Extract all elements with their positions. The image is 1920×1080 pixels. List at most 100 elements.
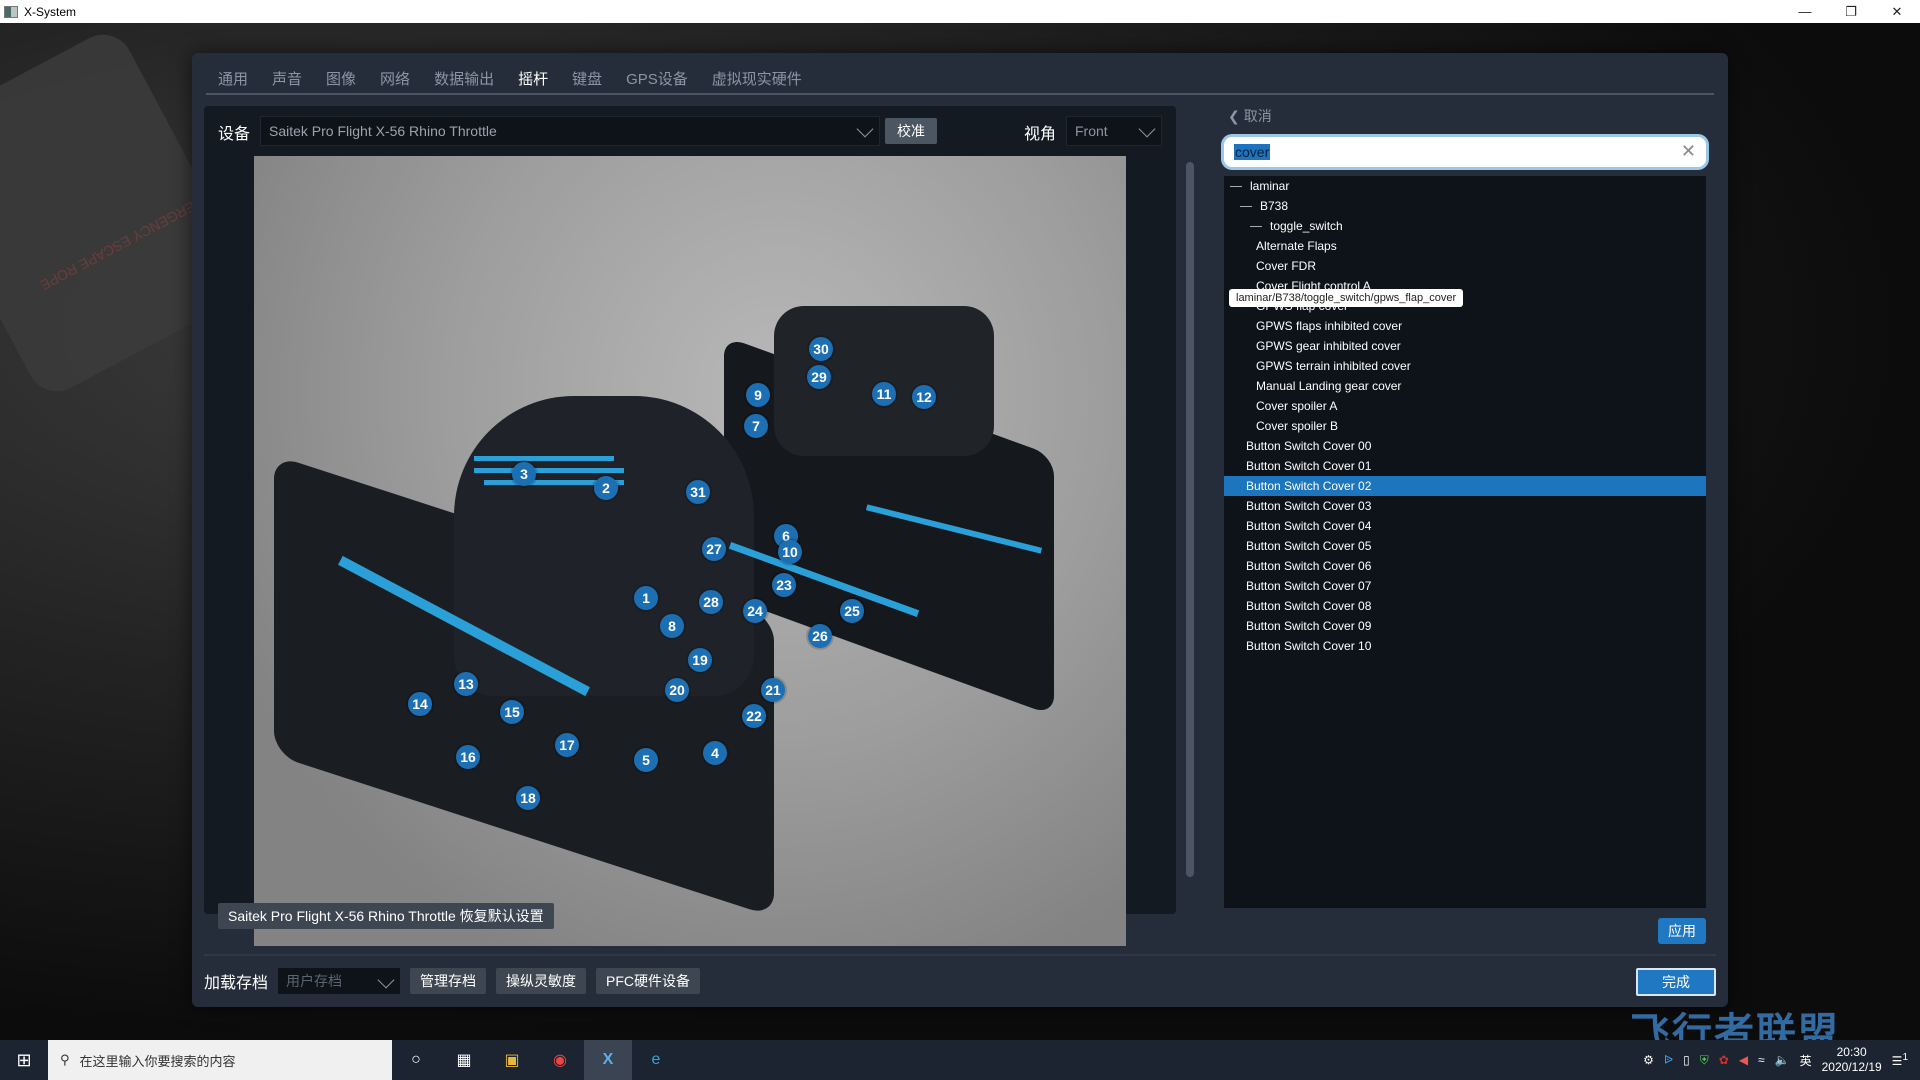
edge-icon[interactable]: e [632, 1040, 680, 1080]
tree-item[interactable]: GPWS terrain inhibited cover [1224, 356, 1706, 376]
tree-item[interactable]: Button Switch Cover 04 [1224, 516, 1706, 536]
tab-3[interactable]: 网络 [368, 67, 422, 101]
control-badge[interactable]: 28 [699, 590, 723, 614]
notification-center-icon[interactable]: ☰1 [1892, 1052, 1908, 1068]
collapse-icon[interactable] [1240, 205, 1252, 207]
usb-icon[interactable]: ▯ [1683, 1053, 1690, 1067]
control-badge[interactable]: 26 [808, 624, 832, 648]
control-badge[interactable]: 10 [778, 540, 802, 564]
taskbar-search[interactable]: ⚲ 在这里输入你要搜索的内容 [48, 1040, 392, 1080]
control-badge[interactable]: 13 [454, 672, 478, 696]
calibrate-button[interactable]: 校准 [885, 118, 937, 144]
control-badge[interactable]: 17 [555, 733, 579, 757]
tree-item[interactable]: Button Switch Cover 02 [1224, 476, 1706, 496]
tab-0[interactable]: 通用 [206, 67, 260, 101]
control-badge[interactable]: 5 [634, 748, 658, 772]
speaker-icon[interactable]: 🔈 [1775, 1053, 1790, 1067]
reset-defaults-button[interactable]: Saitek Pro Flight X-56 Rhino Throttle 恢复… [218, 903, 554, 929]
control-badge[interactable]: 21 [761, 678, 785, 702]
collapse-icon[interactable] [1250, 225, 1262, 227]
control-badge[interactable]: 16 [456, 745, 480, 769]
clock[interactable]: 20:30 2020/12/19 [1822, 1045, 1882, 1075]
network-icon[interactable]: ≈ [1758, 1053, 1765, 1067]
control-badge[interactable]: 23 [772, 573, 796, 597]
cancel-button[interactable]: ❮ 取消 [1228, 106, 1272, 126]
tab-7[interactable]: GPS设备 [614, 67, 700, 101]
panel-scrollbar[interactable] [1186, 162, 1194, 877]
control-badge[interactable]: 22 [742, 704, 766, 728]
restore-button[interactable]: ❐ [1828, 0, 1874, 23]
tree-item[interactable]: Button Switch Cover 00 [1224, 436, 1706, 456]
tab-2[interactable]: 图像 [314, 67, 368, 101]
tree-branch[interactable]: B738 [1224, 196, 1706, 216]
command-search-input[interactable]: cover ✕ [1224, 137, 1706, 167]
chrome-icon[interactable]: ◉ [536, 1040, 584, 1080]
control-badge[interactable]: 3 [512, 462, 536, 486]
device-select[interactable]: Saitek Pro Flight X-56 Rhino Throttle [260, 116, 880, 146]
bluetooth-icon[interactable]: ᐉ [1664, 1053, 1673, 1067]
tree-item[interactable]: Manual Landing gear cover [1224, 376, 1706, 396]
tab-4[interactable]: 数据输出 [422, 67, 506, 101]
tree-item[interactable]: Button Switch Cover 01 [1224, 456, 1706, 476]
file-explorer-icon[interactable]: ▣ [488, 1040, 536, 1080]
control-badge[interactable]: 25 [840, 599, 864, 623]
volume-muted-icon[interactable]: ◀ [1739, 1053, 1748, 1067]
control-badge[interactable]: 14 [408, 692, 432, 716]
tree-item[interactable]: Alternate Flaps [1224, 236, 1706, 256]
tree-item[interactable]: Button Switch Cover 07 [1224, 576, 1706, 596]
tree-item[interactable]: Button Switch Cover 09 [1224, 616, 1706, 636]
control-sensitivity-button[interactable]: 操纵灵敏度 [496, 968, 587, 994]
tab-5[interactable]: 摇杆 [506, 67, 560, 109]
clear-search-icon[interactable]: ✕ [1681, 141, 1696, 162]
task-view-icon[interactable]: ▦ [440, 1040, 488, 1080]
tree-branch[interactable]: toggle_switch [1224, 216, 1706, 236]
tree-item[interactable]: Button Switch Cover 06 [1224, 556, 1706, 576]
steam-icon[interactable]: ⚙ [1643, 1053, 1654, 1067]
tree-branch[interactable]: laminar [1224, 176, 1706, 196]
control-badge[interactable]: 1 [634, 586, 658, 610]
cortana-icon[interactable]: ○ [392, 1040, 440, 1080]
tab-8[interactable]: 虚拟现实硬件 [700, 67, 814, 101]
apply-button[interactable]: 应用 [1658, 918, 1706, 944]
control-badge[interactable]: 29 [807, 365, 831, 389]
tree-item[interactable]: Cover spoiler A [1224, 396, 1706, 416]
profile-select[interactable]: 用户存档 [278, 968, 401, 994]
done-button[interactable]: 完成 [1636, 968, 1716, 996]
ime-indicator[interactable]: 英 [1800, 1052, 1812, 1069]
manage-profiles-button[interactable]: 管理存档 [410, 968, 487, 994]
tree-item[interactable]: Cover spoiler B [1224, 416, 1706, 436]
control-badge[interactable]: 24 [743, 599, 767, 623]
tab-1[interactable]: 声音 [260, 67, 314, 101]
security-icon[interactable]: ⛨ [1700, 1053, 1709, 1068]
control-badge[interactable]: 12 [912, 385, 936, 409]
control-badge[interactable]: 7 [744, 414, 768, 438]
minimize-button[interactable]: — [1782, 0, 1828, 23]
control-badge[interactable]: 8 [660, 614, 684, 638]
pfc-hardware-button[interactable]: PFC硬件设备 [596, 968, 701, 994]
app-tray-icon[interactable]: ✿ [1719, 1053, 1729, 1067]
x-plane-icon[interactable]: X [584, 1040, 632, 1080]
view-select[interactable]: Front [1066, 116, 1162, 146]
tree-item[interactable]: GPWS flaps inhibited cover [1224, 316, 1706, 336]
tree-item[interactable]: Button Switch Cover 10 [1224, 636, 1706, 656]
control-badge[interactable]: 19 [688, 648, 712, 672]
tree-item[interactable]: GPWS gear inhibited cover [1224, 336, 1706, 356]
control-badge[interactable]: 18 [516, 786, 540, 810]
tree-item[interactable]: Cover FDR [1224, 256, 1706, 276]
control-badge[interactable]: 20 [665, 678, 689, 702]
tree-item[interactable]: Button Switch Cover 03 [1224, 496, 1706, 516]
control-badge[interactable]: 11 [872, 382, 896, 406]
close-button[interactable]: ✕ [1874, 0, 1920, 23]
tab-6[interactable]: 键盘 [560, 67, 614, 101]
control-badge[interactable]: 15 [500, 700, 524, 724]
control-badge[interactable]: 30 [809, 337, 833, 361]
control-badge[interactable]: 9 [746, 383, 770, 407]
collapse-icon[interactable] [1230, 185, 1242, 187]
control-badge[interactable]: 2 [594, 476, 618, 500]
control-badge[interactable]: 27 [702, 537, 726, 561]
control-badge[interactable]: 31 [686, 480, 710, 504]
tree-item[interactable]: Button Switch Cover 05 [1224, 536, 1706, 556]
windows-start-icon[interactable]: ⊞ [0, 1040, 48, 1080]
control-badge[interactable]: 4 [703, 741, 727, 765]
tree-item[interactable]: Button Switch Cover 08 [1224, 596, 1706, 616]
